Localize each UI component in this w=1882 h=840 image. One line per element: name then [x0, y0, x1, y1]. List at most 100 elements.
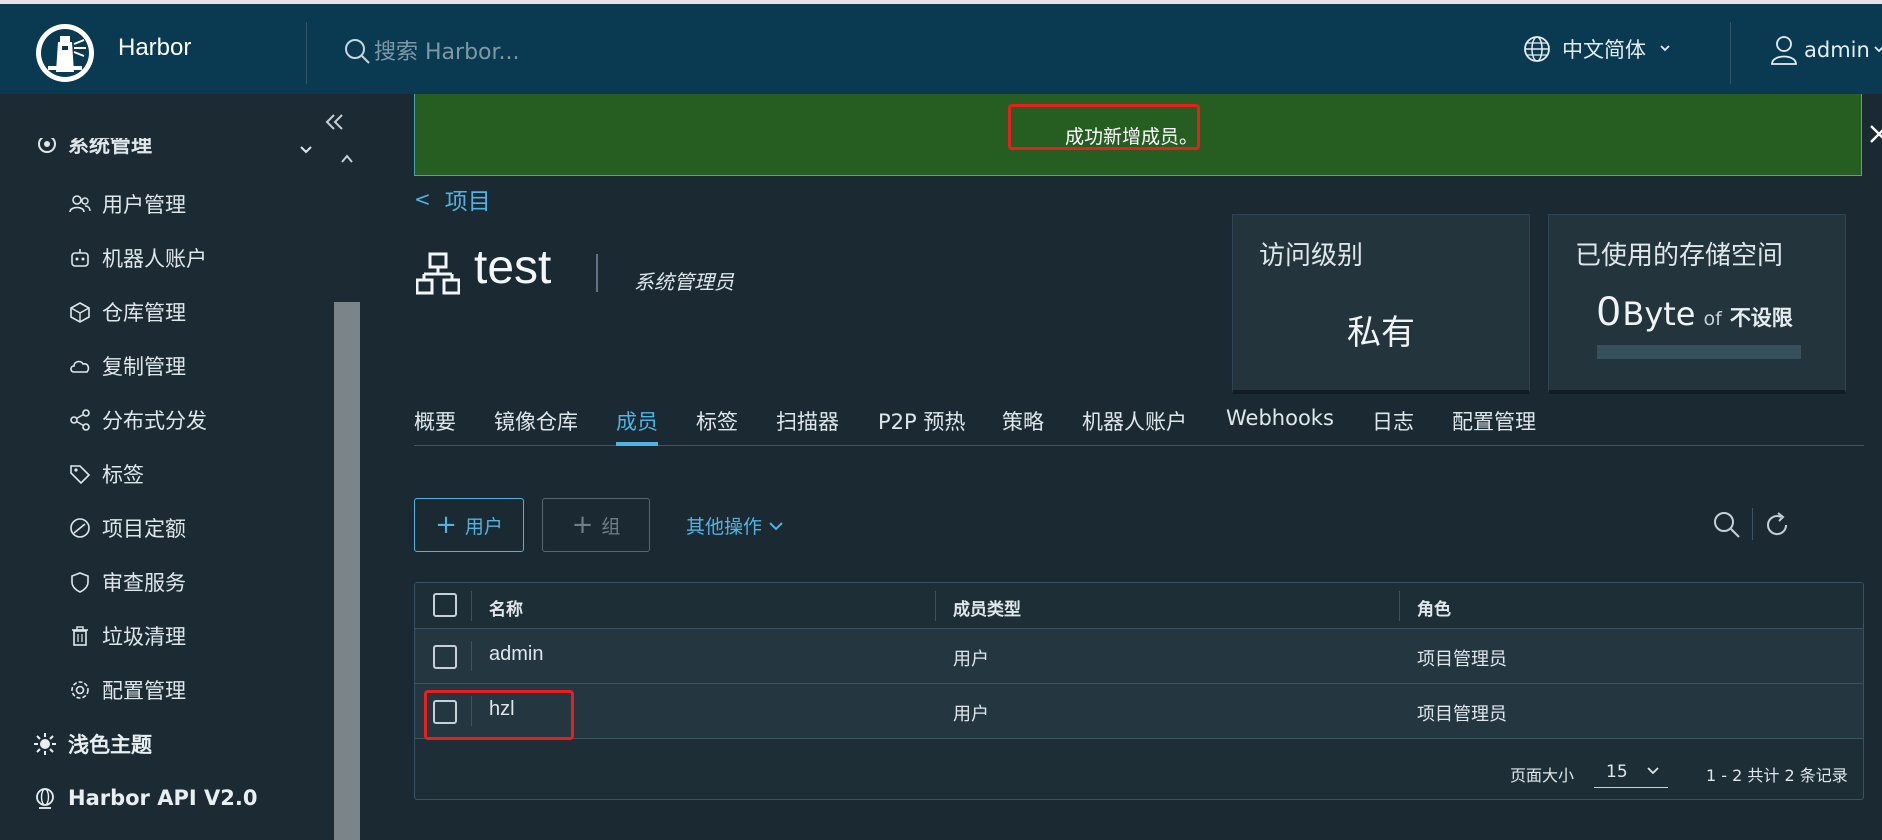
storage-value: 0 Byte of 不设限: [1597, 287, 1793, 335]
row-checkbox[interactable]: [433, 645, 457, 669]
tab-webhooks[interactable]: Webhooks: [1226, 406, 1334, 446]
tab-configuration[interactable]: 配置管理: [1452, 406, 1536, 446]
more-actions-label: 其他操作: [686, 516, 763, 538]
table-header: 名称 成员类型 角色: [415, 583, 1863, 629]
table-row[interactable]: admin 用户 项目管理员: [415, 629, 1863, 684]
chevron-down-icon: [1660, 45, 1670, 52]
brand-name[interactable]: Harbor: [118, 34, 191, 62]
tab-repositories[interactable]: 镜像仓库: [494, 406, 578, 446]
shield-icon: [71, 572, 89, 593]
column-header-role[interactable]: 角色: [1417, 595, 1451, 620]
search-input[interactable]: [374, 32, 774, 72]
member-type: 用户: [953, 649, 989, 670]
breadcrumb-projects[interactable]: 项目: [445, 182, 491, 216]
refresh-icon[interactable]: [1762, 510, 1792, 540]
tab-scanner[interactable]: 扫描器: [776, 406, 839, 446]
project-role: 系统管理员: [634, 270, 734, 294]
chevron-down-icon: [1874, 46, 1882, 53]
chevron-down-icon: [769, 521, 783, 530]
add-group-label: 组: [601, 515, 621, 538]
sidebar-item-robots[interactable]: 机器人账户: [68, 238, 207, 278]
storage-limit: 不设限: [1729, 306, 1793, 330]
globe-icon: [1524, 36, 1550, 62]
select-all-checkbox[interactable]: [433, 593, 457, 617]
tab-members[interactable]: 成员: [616, 406, 658, 446]
theme-toggle[interactable]: 浅色主题: [34, 724, 152, 764]
api-label: Harbor API V2.0: [68, 786, 258, 810]
member-name: admin: [489, 643, 544, 665]
project-name: test: [474, 241, 552, 294]
sidebar-item-interrogation[interactable]: 审查服务: [68, 562, 186, 602]
table-row[interactable]: hzl 用户 项目管理员: [415, 684, 1863, 739]
column-divider[interactable]: [935, 591, 936, 621]
sidebar: 系统管理 用户管理 机器人账户 仓库管理 复制管理 分布式分发 标签 项目定额 …: [0, 94, 360, 840]
sidebar-item-label: 标签: [102, 463, 144, 487]
sidebar-item-label: 审查服务: [102, 571, 186, 595]
page-size-value: 15: [1606, 762, 1628, 782]
sidebar-group-admin[interactable]: 系统管理: [34, 138, 152, 164]
project-icon: [416, 252, 460, 295]
storage-unit: Byte: [1622, 295, 1696, 333]
annotation-highlight: [424, 690, 574, 740]
close-icon[interactable]: [1859, 114, 1882, 154]
sidebar-item-config[interactable]: 配置管理: [68, 670, 186, 710]
language-label: 中文简体: [1562, 38, 1646, 62]
sidebar-item-replication[interactable]: 复制管理: [68, 346, 186, 386]
theme-label: 浅色主题: [68, 733, 152, 757]
chevron-down-icon[interactable]: [298, 144, 314, 156]
language-selector[interactable]: 中文简体: [1522, 34, 1686, 64]
sidebar-item-label: 复制管理: [102, 355, 186, 379]
header-divider: [306, 22, 307, 84]
sidebar-item-users[interactable]: 用户管理: [68, 184, 186, 224]
column-header-type[interactable]: 成员类型: [953, 595, 1021, 620]
users-icon: [69, 195, 91, 213]
sidebar-item-label: 项目定额: [102, 517, 186, 541]
tab-logs[interactable]: 日志: [1372, 406, 1414, 446]
robot-icon: [71, 249, 89, 267]
sidebar-item-quotas[interactable]: 项目定额: [68, 508, 186, 548]
add-group-button[interactable]: + 组: [542, 498, 650, 552]
sidebar-item-label: 用户管理: [102, 193, 186, 217]
column-divider: [471, 591, 472, 621]
app-header: Harbor 中文简体 admin: [0, 0, 1882, 94]
tab-labels[interactable]: 标签: [696, 406, 738, 446]
sidebar-item-label: 机器人账户: [102, 247, 207, 271]
sidebar-scrollbar-thumb[interactable]: [334, 302, 360, 840]
tab-policy[interactable]: 策略: [1002, 406, 1044, 446]
tab-p2p-preheat[interactable]: P2P 预热: [878, 406, 965, 446]
column-divider[interactable]: [1399, 591, 1400, 621]
column-header-name[interactable]: 名称: [489, 595, 523, 620]
user-menu[interactable]: admin: [1770, 34, 1882, 66]
sidebar-item-label: 仓库管理: [102, 301, 186, 325]
add-user-button[interactable]: + 用户: [414, 498, 524, 552]
collapse-sidebar-icon[interactable]: [320, 108, 348, 136]
api-globe-icon: [36, 788, 54, 809]
search-icon: [345, 39, 370, 64]
gauge-icon: [70, 518, 90, 538]
scroll-up-icon[interactable]: [339, 152, 355, 166]
sidebar-item-label: 分布式分发: [102, 409, 207, 433]
pagination-summary: 1 - 2 共计 2 条记录: [1706, 766, 1848, 785]
member-role: 项目管理员: [1417, 704, 1507, 725]
page-size-select[interactable]: 15: [1594, 752, 1668, 788]
sun-icon: [34, 733, 56, 755]
storage-of: of: [1703, 308, 1722, 330]
api-link[interactable]: Harbor API V2.0: [34, 778, 257, 818]
more-actions-dropdown[interactable]: 其他操作: [686, 512, 784, 539]
sidebar-item-registries[interactable]: 仓库管理: [68, 292, 186, 332]
sidebar-item-gc[interactable]: 垃圾清理: [68, 616, 186, 656]
chevron-left-icon: <: [414, 187, 431, 211]
sidebar-group-label: 系统管理: [68, 138, 152, 157]
access-level-value: 私有: [1347, 313, 1415, 353]
tab-robot-accounts[interactable]: 机器人账户: [1082, 406, 1187, 446]
tab-summary[interactable]: 概要: [414, 406, 456, 446]
member-role: 项目管理员: [1417, 649, 1507, 670]
sidebar-item-labels[interactable]: 标签: [68, 454, 144, 494]
breadcrumb[interactable]: < 项目: [414, 182, 491, 216]
title-divider: [596, 254, 598, 292]
plus-icon: +: [571, 510, 594, 540]
search-icon[interactable]: [1712, 510, 1742, 540]
harbor-logo-icon[interactable]: [34, 22, 96, 84]
sidebar-item-distribution[interactable]: 分布式分发: [68, 400, 207, 440]
main-content: 成功新增成员。 < 项目 test 系统管理员 访问级别 私有 已使用的存储空间…: [360, 94, 1882, 840]
